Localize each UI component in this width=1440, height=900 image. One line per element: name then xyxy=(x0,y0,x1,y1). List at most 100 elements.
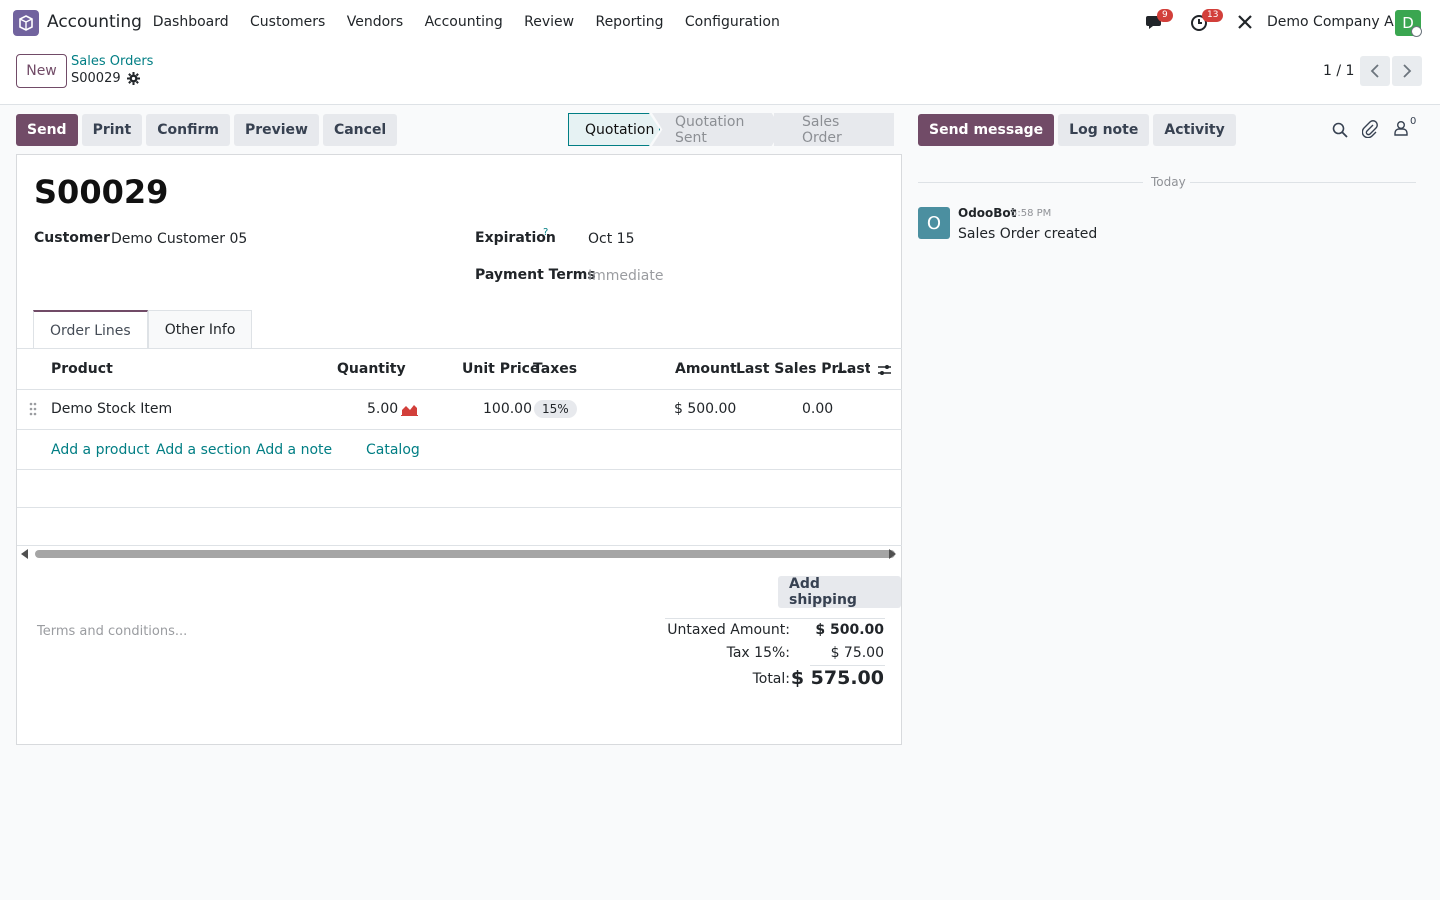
tab-other-info[interactable]: Other Info xyxy=(147,310,253,349)
add-note-link[interactable]: Add a note xyxy=(256,442,332,458)
breadcrumb-sales-orders[interactable]: Sales Orders xyxy=(71,54,153,69)
message-time: 5:58 PM xyxy=(1011,208,1052,219)
optional-columns-icon[interactable] xyxy=(877,363,892,381)
menu-review[interactable]: Review xyxy=(524,14,574,30)
tabs-divider xyxy=(17,348,902,349)
activities-icon[interactable]: 13 xyxy=(1190,9,1224,32)
menu-customers[interactable]: Customers xyxy=(250,14,325,30)
send-message-button[interactable]: Send message xyxy=(918,114,1055,146)
date-label: Today xyxy=(1151,175,1186,189)
payment-terms-field[interactable]: Immediate xyxy=(588,268,663,284)
stage-quotation-sent[interactable]: Quotation Sent xyxy=(652,113,782,146)
gear-icon[interactable] xyxy=(126,72,140,85)
catalog-link[interactable]: Catalog xyxy=(366,442,420,458)
print-button[interactable]: Print xyxy=(81,114,143,146)
tools-icon[interactable] xyxy=(1237,14,1257,32)
date-divider xyxy=(918,182,1143,183)
breadcrumb-current-label: S00029 xyxy=(71,71,121,86)
col-quantity[interactable]: Quantity xyxy=(337,361,406,377)
cell-quantity[interactable]: 5.00 xyxy=(367,401,398,417)
new-button[interactable]: New xyxy=(16,54,67,88)
chevron-left-icon xyxy=(1370,64,1379,78)
menu-configuration[interactable]: Configuration xyxy=(685,14,780,30)
add-product-link[interactable]: Add a product xyxy=(51,442,149,458)
total-label: Total: xyxy=(752,671,790,687)
scroll-left-icon[interactable] xyxy=(21,549,28,559)
col-last-truncated[interactable]: Last S xyxy=(838,361,870,377)
totals-divider xyxy=(665,618,885,619)
row-divider xyxy=(17,469,902,470)
total-divider xyxy=(810,665,885,666)
paperclip-icon[interactable] xyxy=(1361,120,1378,142)
col-product[interactable]: Product xyxy=(51,361,113,377)
tab-order-lines[interactable]: Order Lines xyxy=(33,310,148,349)
tax-label: Tax 15%: xyxy=(726,645,790,661)
scroll-right-icon[interactable] xyxy=(889,549,896,559)
form-sheet: S00029 Customer Demo Customer 05 Expirat… xyxy=(16,154,902,745)
confirm-button[interactable]: Confirm xyxy=(146,114,230,146)
forecast-chart-icon[interactable] xyxy=(401,403,418,420)
untaxed-value: $ 500.00 xyxy=(815,622,884,638)
expiration-field[interactable]: Oct 15 xyxy=(588,231,634,247)
app-menu-icon[interactable] xyxy=(13,10,39,36)
cell-product[interactable]: Demo Stock Item xyxy=(51,401,172,417)
col-unit-price[interactable]: Unit Price xyxy=(462,361,539,377)
send-button[interactable]: Send xyxy=(16,114,78,146)
header-divider xyxy=(17,389,902,390)
col-last-sales-price[interactable]: Last Sales Pr... xyxy=(736,361,852,377)
company-switcher[interactable]: Demo Company A xyxy=(1267,14,1394,30)
activity-button[interactable]: Activity xyxy=(1153,114,1236,146)
followers-icon[interactable] xyxy=(1394,120,1408,140)
cancel-button[interactable]: Cancel xyxy=(322,114,398,146)
expiration-help-icon[interactable]: ? xyxy=(543,227,548,238)
action-buttons: Send Print Confirm Preview Cancel xyxy=(16,114,401,146)
chatter-actions: Send message Log note Activity xyxy=(918,114,1240,146)
tax-badge[interactable]: 15% xyxy=(534,400,577,418)
stage-quotation[interactable]: Quotation xyxy=(568,113,660,146)
cell-last-sales-price: 0.00 xyxy=(802,401,834,417)
terms-input[interactable]: Terms and conditions... xyxy=(37,624,187,639)
control-panel: New Sales Orders S00029 1 / 1 xyxy=(0,46,1440,105)
messages-badge: 9 xyxy=(1157,9,1173,22)
menu-reporting[interactable]: Reporting xyxy=(595,14,663,30)
menu-accounting[interactable]: Accounting xyxy=(425,14,503,30)
menu-vendors[interactable]: Vendors xyxy=(347,14,403,30)
pager-next-button[interactable] xyxy=(1392,56,1422,86)
search-icon[interactable] xyxy=(1332,122,1348,142)
status-stages: Quotation Quotation Sent Sales Order xyxy=(568,113,894,146)
drag-handle-icon[interactable] xyxy=(29,402,37,420)
messages-icon[interactable]: 9 xyxy=(1145,9,1173,32)
tax-value: $ 75.00 xyxy=(830,645,884,661)
customer-field[interactable]: Demo Customer 05 xyxy=(111,231,247,247)
followers-count: 0 xyxy=(1410,116,1417,127)
pager-value[interactable]: 1 / 1 xyxy=(1323,63,1354,79)
menu-dashboard[interactable]: Dashboard xyxy=(153,14,229,30)
record-title: S00029 xyxy=(34,173,169,211)
add-shipping-button[interactable]: Add shipping xyxy=(778,576,901,608)
row-divider xyxy=(17,429,902,430)
stage-sales-order[interactable]: Sales Order xyxy=(774,113,894,146)
row-divider xyxy=(17,507,902,508)
col-amount[interactable]: Amount xyxy=(675,361,737,377)
customer-label: Customer xyxy=(34,230,110,246)
pager-previous-button[interactable] xyxy=(1360,56,1390,86)
top-navbar: Accounting Dashboard Customers Vendors A… xyxy=(0,0,1440,46)
preview-button[interactable]: Preview xyxy=(233,114,319,146)
horizontal-scrollbar[interactable] xyxy=(35,550,895,558)
row-divider xyxy=(17,545,902,546)
app-name[interactable]: Accounting xyxy=(47,12,142,32)
notebook-tabs: Order Lines Other Info xyxy=(33,310,253,349)
cell-unit-price[interactable]: 100.00 xyxy=(483,401,532,417)
log-note-button[interactable]: Log note xyxy=(1058,114,1150,146)
add-section-link[interactable]: Add a section xyxy=(156,442,251,458)
message-author[interactable]: OdooBot xyxy=(958,206,1016,220)
author-avatar[interactable]: O xyxy=(918,207,950,239)
payment-terms-label: Payment Terms xyxy=(475,267,596,283)
breadcrumb-current: S00029 xyxy=(71,71,140,86)
main-menu: Dashboard Customers Vendors Accounting R… xyxy=(142,14,791,30)
user-status-icon xyxy=(1411,26,1422,37)
cell-amount: $ 500.00 xyxy=(674,401,737,417)
chevron-right-icon xyxy=(1403,64,1412,78)
total-value: $ 575.00 xyxy=(790,667,884,689)
col-taxes[interactable]: Taxes xyxy=(533,361,577,377)
